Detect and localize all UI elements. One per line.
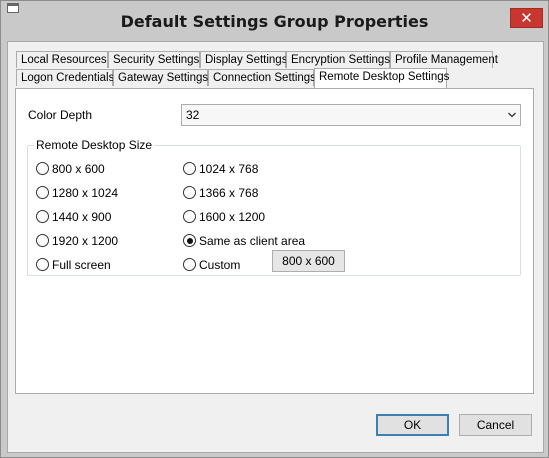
remote-desktop-size-title: Remote Desktop Size (34, 138, 155, 152)
radio-label: 1600 x 1200 (199, 210, 266, 224)
radio-label: 1440 x 900 (52, 210, 112, 224)
tab-panel-remote-desktop-settings: Color Depth 32 Remote Desktop Size 800 x… (15, 88, 534, 394)
radio-label: 1366 x 768 (199, 186, 259, 200)
tab-local-resources[interactable]: Local Resources (16, 51, 108, 68)
tab-label: Profile Management (395, 54, 498, 66)
tab-security-settings[interactable]: Security Settings (108, 51, 200, 68)
radio-button[interactable] (183, 186, 196, 199)
dialog-window: Default Settings Group Properties ✕ Loca… (0, 0, 549, 458)
tab-label: Connection Settings (213, 72, 316, 84)
tab-label: Security Settings (113, 54, 200, 66)
radio-label: 1920 x 1200 (52, 234, 119, 248)
window-title: Default Settings Group Properties (120, 12, 429, 31)
radio-button[interactable] (36, 234, 49, 247)
tab-remote-desktop-settings[interactable]: Remote Desktop Settings (314, 68, 450, 88)
tab-encryption-settings[interactable]: Encryption Settings (286, 51, 390, 68)
color-depth-label: Color Depth (28, 108, 93, 122)
tab-display-settings[interactable]: Display Settings (200, 51, 288, 68)
radio-button[interactable] (36, 258, 49, 271)
tab-label: Local Resources (21, 54, 107, 66)
tab-label: Display Settings (205, 54, 288, 66)
close-button[interactable]: ✕ (510, 8, 543, 28)
cancel-button[interactable]: Cancel (459, 414, 532, 436)
radio-button[interactable] (183, 210, 196, 223)
custom-size-field: 800 x 600 (272, 250, 345, 272)
tab-gateway-settings[interactable]: Gateway Settings (113, 69, 208, 86)
radio-button[interactable] (183, 258, 196, 271)
radio-button[interactable] (36, 210, 49, 223)
radio-label: Full screen (52, 258, 111, 272)
tab-connection-settings[interactable]: Connection Settings (208, 69, 316, 86)
tab-logon-credentials[interactable]: Logon Credentials (16, 69, 115, 86)
radio-button[interactable] (36, 162, 49, 175)
ok-button[interactable]: OK (376, 414, 449, 436)
radio-label: 1024 x 768 (199, 162, 259, 176)
radio-button[interactable] (183, 162, 196, 175)
title-bar[interactable]: Default Settings Group Properties ✕ (1, 1, 548, 41)
radio-label: Custom (199, 258, 241, 272)
tab-label: Encryption Settings (291, 54, 391, 66)
tab-label: Logon Credentials (21, 72, 115, 84)
color-depth-select[interactable]: 32 (181, 104, 521, 126)
tab-label: Gateway Settings (118, 72, 209, 84)
radio-label: 1280 x 1024 (52, 186, 119, 200)
radio-button[interactable] (36, 186, 49, 199)
dialog-body: Local Resources Security Settings Displa… (7, 41, 544, 453)
close-icon: ✕ (520, 10, 533, 27)
radio-label: Same as client area (199, 234, 306, 248)
chevron-down-icon (508, 112, 516, 118)
radio-button-selected[interactable] (183, 234, 196, 247)
tab-profile-management[interactable]: Profile Management (390, 51, 498, 68)
tab-label: Remote Desktop Settings (319, 71, 450, 83)
color-depth-value: 32 (186, 108, 200, 122)
remote-desktop-size-group: Remote Desktop Size 800 x 600 1280 x 102… (27, 138, 521, 276)
radio-label: 800 x 600 (52, 162, 105, 176)
